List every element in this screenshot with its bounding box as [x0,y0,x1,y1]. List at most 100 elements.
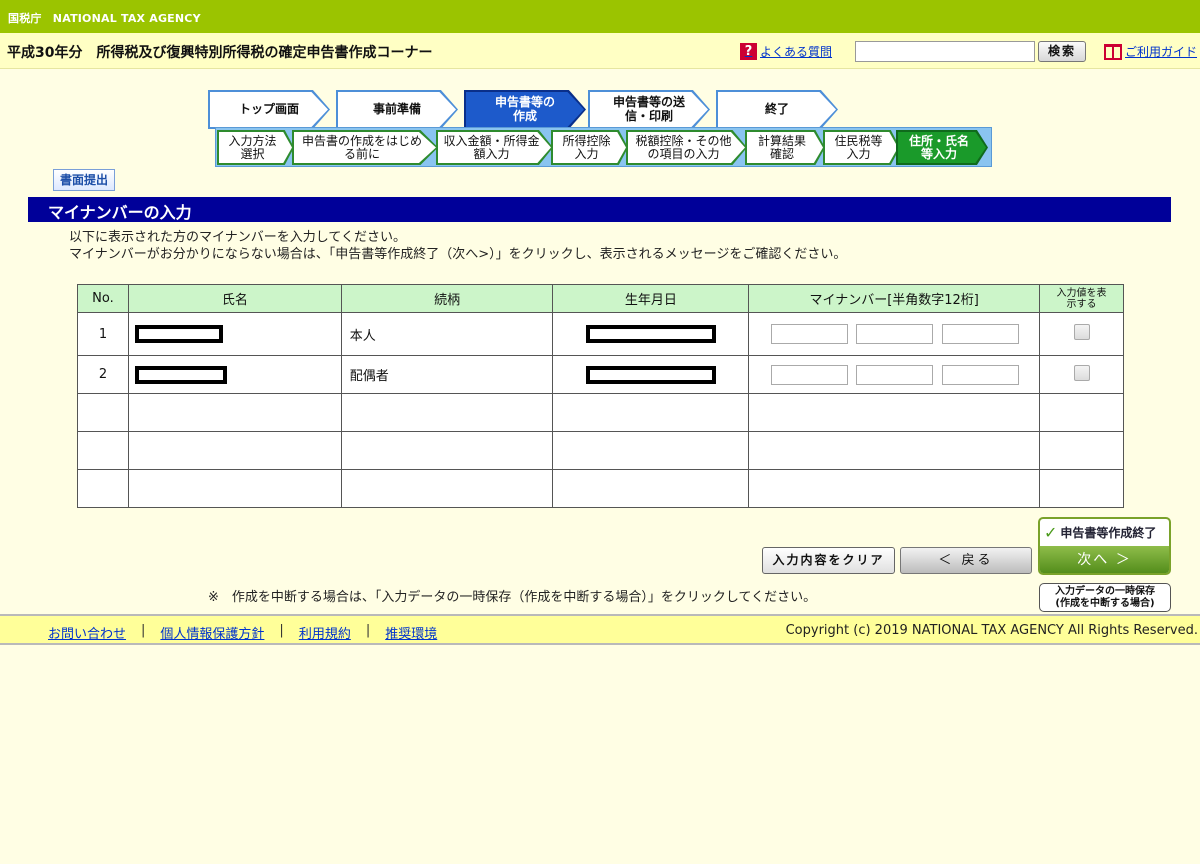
next-button[interactable]: 次へ ＞ [1040,546,1169,573]
row-mynumber [748,355,1041,394]
sub-step-label: 計算結果確認 [757,133,806,161]
copyright: Copyright (c) 2019 NATIONAL TAX AGENCY A… [785,623,1198,638]
empty-cell [77,431,129,470]
empty-cell [748,469,1041,508]
mynumber-table: No. 氏名 続柄 生年月日 マイナンバー[半角数字12桁] 入力値を表示する … [77,284,1124,508]
footer-link-terms[interactable]: 利用規約 [299,623,351,642]
check-icon: ✓ [1044,523,1058,542]
sub-step-input-method: 入力方法選択 [219,132,292,163]
mynumber-part-2[interactable] [856,324,934,344]
instruction-line: マイナンバーがお分かりにならない場合は、「申告書等作成終了（次へ>）」をクリック… [69,247,847,262]
instruction-line: 以下に表示された方のマイナンバーを入力してください。 [69,230,406,245]
empty-cell [748,431,1041,470]
question-icon: ? [740,43,757,60]
footer-link-environment[interactable]: 推奨環境 [385,623,437,642]
finish-label: ✓ 申告書等作成終了 [1040,519,1169,546]
book-icon [1104,43,1122,60]
redacted-birthdate [585,325,716,343]
header-show-value: 入力値を表示する [1039,284,1124,313]
table-row: 2 配偶者 [77,355,1124,394]
guide-label[interactable]: ご利用ガイド [1125,43,1197,60]
footer: お問い合わせ | 個人情報保護方針 | 利用規約 | 推奨環境 Copyrigh… [0,614,1200,645]
sub-step-deduction: 所得控除入力 [553,132,626,163]
sub-step-label: 税額控除・その他の項目の入力 [635,133,732,161]
sub-step-address-active: 住所・氏名等入力 [898,132,986,163]
row-relation: 本人 [340,312,554,356]
row-relation: 配偶者 [340,355,554,394]
table-row [77,431,1124,470]
mynumber-part-2[interactable] [856,364,934,385]
row-birthdate [552,355,750,394]
sub-step-label: 申告書の作成をはじめる前に [301,133,422,161]
paper-submit-button[interactable]: 書面提出 [53,169,115,191]
step-send-label: 申告書等の送信・印刷 [613,95,686,123]
back-button[interactable]: ＜ 戻る [900,547,1032,574]
empty-cell [552,469,750,508]
save-label: 入力データの一時保存 [1055,586,1155,597]
finish-next-box[interactable]: ✓ 申告書等作成終了 次へ ＞ [1038,517,1171,575]
step-create-active: 申告書等の作成 [466,92,584,127]
mynumber-part-1[interactable] [771,364,849,385]
empty-cell [127,469,342,508]
sub-step-label: 住所・氏名等入力 [908,133,969,161]
row-birthdate [552,312,750,356]
instructions: 以下に表示された方のマイナンバーを入力してください。 マイナンバーがお分かりにな… [69,229,846,263]
empty-cell [127,431,342,470]
redacted-name [134,365,227,384]
row-no: 2 [77,355,129,394]
empty-cell [1039,393,1124,432]
header-birthdate: 生年月日 [552,284,750,313]
empty-cell [1039,469,1124,508]
redacted-birthdate [585,365,716,384]
step-finish: 終了 [718,92,836,127]
row-name [127,312,342,356]
faq-label[interactable]: よくある質問 [760,43,832,60]
header-relation: 続柄 [340,284,554,313]
row-show-value [1039,355,1124,394]
sub-step-label: 入力方法選択 [228,133,277,161]
row-mynumber [748,312,1041,356]
sub-step-resident-tax: 住民税等入力 [825,132,898,163]
mynumber-part-3[interactable] [941,364,1019,385]
step-create-label: 申告書等の作成 [494,95,555,123]
step-top: トップ画面 [210,92,328,127]
search-button[interactable]: 検索 [1038,41,1086,62]
show-value-checkbox[interactable] [1073,364,1090,381]
mynumber-part-3[interactable] [941,324,1019,344]
sub-step-before-start: 申告書の作成をはじめる前に [294,132,436,163]
faq-link[interactable]: ? よくある質問 [740,43,832,60]
sub-step-tax-credit: 税額控除・その他の項目の入力 [628,132,745,163]
suspend-note: ※ 作成を中断する場合は、「入力データの一時保存（作成を中断する場合）」をクリッ… [208,590,817,605]
save-sublabel: (作成を中断する場合) [1055,598,1155,609]
footer-links: お問い合わせ | 個人情報保護方針 | 利用規約 | 推奨環境 [48,623,437,642]
header-name: 氏名 [127,284,342,313]
clear-input-button[interactable]: 入力内容をクリア [762,547,895,574]
sub-step-label: 所得控除入力 [562,133,611,161]
sub-step-result: 計算結果確認 [747,132,823,163]
agency-banner: 国税庁 NATIONAL TAX AGENCY [0,0,1200,33]
temporary-save-button[interactable]: 入力データの一時保存 (作成を中断する場合) [1039,583,1171,612]
empty-cell [1039,431,1124,470]
table-row [77,469,1124,508]
row-name [127,355,342,394]
mynumber-part-1[interactable] [771,324,849,344]
row-show-value [1039,312,1124,356]
redacted-name [134,325,223,343]
footer-separator: | [141,623,146,638]
header-no: No. [77,284,129,313]
footer-separator: | [365,623,371,638]
show-value-checkbox[interactable] [1073,324,1090,340]
sub-step-label: 住民税等入力 [834,133,883,161]
sub-step-income: 収入金額・所得金額入力 [438,132,551,163]
header-show-value-label: 入力値を表示する [1056,287,1107,310]
guide-link[interactable]: ご利用ガイド [1104,43,1197,60]
footer-separator: | [279,623,284,638]
empty-cell [552,431,750,470]
footer-link-contact[interactable]: お問い合わせ [48,623,126,642]
step-preparation: 事前準備 [338,92,456,127]
search-input[interactable] [855,41,1035,62]
footer-link-privacy[interactable]: 個人情報保護方針 [160,623,264,642]
section-title: マイナンバーの入力 [28,197,1171,222]
finish-label-text: 申告書等作成終了 [1060,526,1157,540]
empty-cell [77,393,129,432]
